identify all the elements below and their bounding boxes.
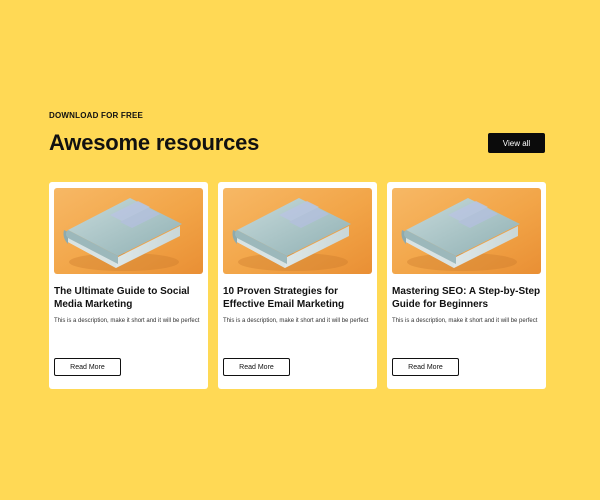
book-illustration-icon [392,188,541,274]
read-more-button[interactable]: Read More [223,358,290,376]
resource-card: The Ultimate Guide to Social Media Marke… [49,182,208,389]
view-all-button[interactable]: View all [488,133,545,153]
book-illustration-icon [223,188,372,274]
read-more-button[interactable]: Read More [392,358,459,376]
resource-card: 10 Proven Strategies for Effective Email… [218,182,377,389]
section-title: Awesome resources [49,130,260,155]
card-description: This is a description, make it short and… [223,318,369,324]
card-title[interactable]: Mastering SEO: A Step-by-Step Guide for … [392,285,542,311]
card-description: This is a description, make it short and… [392,318,538,324]
resource-card: Mastering SEO: A Step-by-Step Guide for … [387,182,546,389]
resource-cards: The Ultimate Guide to Social Media Marke… [49,182,546,389]
card-description: This is a description, make it short and… [54,318,200,324]
section-eyebrow: DOWNLOAD FOR FREE [49,111,144,120]
card-title[interactable]: The Ultimate Guide to Social Media Marke… [54,285,204,311]
book-illustration-icon [54,188,203,274]
read-more-button[interactable]: Read More [54,358,121,376]
card-title[interactable]: 10 Proven Strategies for Effective Email… [223,285,373,311]
